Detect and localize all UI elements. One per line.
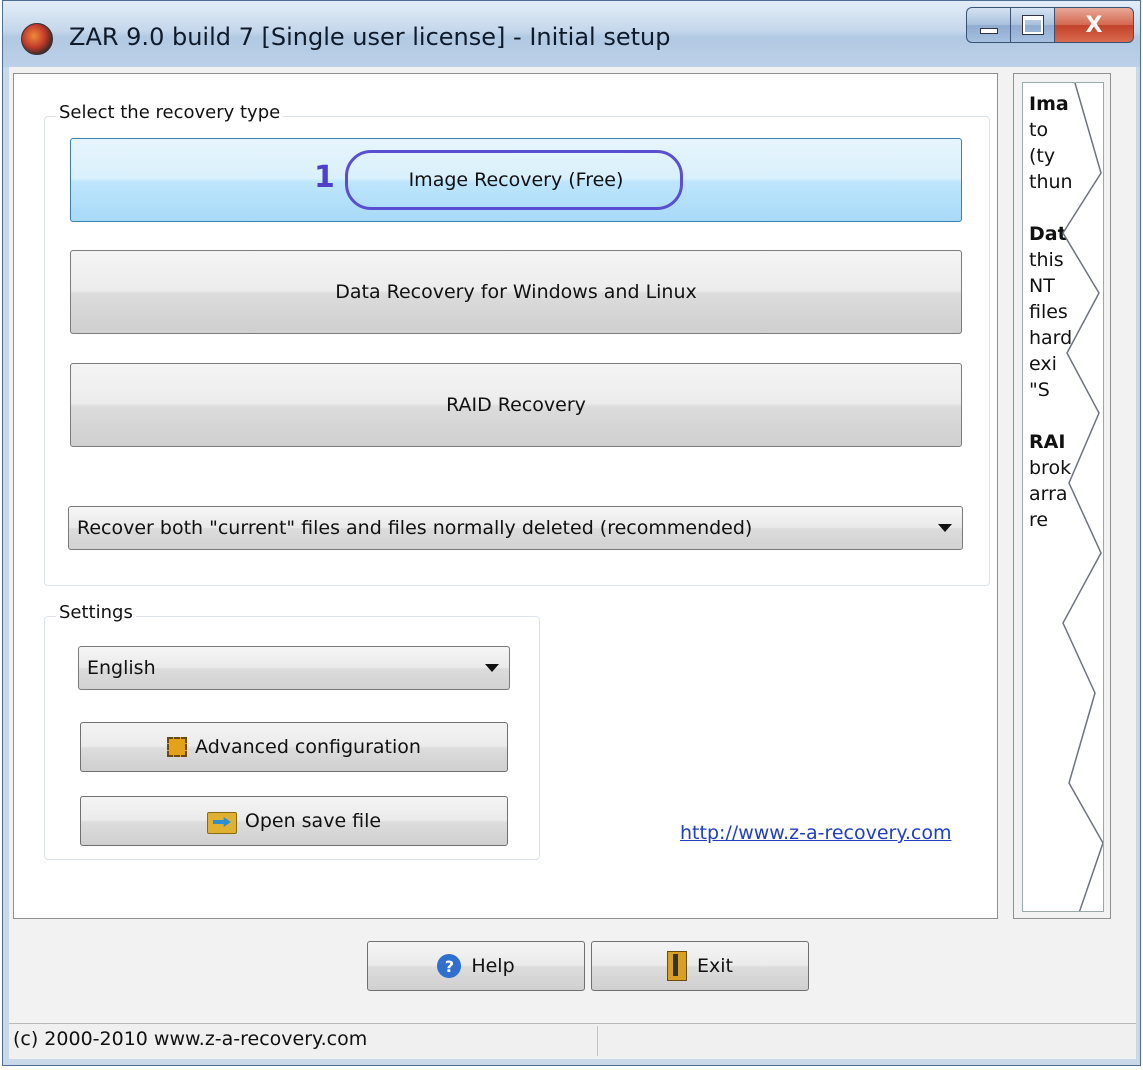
main-panel: Select the recovery type Image Recovery … [13,73,998,919]
highlight-ring [345,150,683,210]
data-recovery-button[interactable]: Data Recovery for Windows and Linux [70,250,962,334]
recovery-mode-select[interactable]: Recover both "current" files and files n… [68,506,963,550]
zar-app-icon[interactable] [21,23,53,55]
close-button[interactable]: X [1054,7,1134,43]
help-label: Help [471,955,515,977]
window-title: ZAR 9.0 build 7 [Single user license] - … [69,23,671,51]
advanced-configuration-button[interactable]: Advanced configuration [80,722,508,772]
description-panel: Ima to (ty thun Data this NT files hard … [1013,73,1111,919]
app-window: ZAR 9.0 build 7 [Single user license] - … [2,0,1141,1066]
minimize-icon [979,28,998,34]
open-save-file-label: Open save file [244,810,382,832]
raid-recovery-label: RAID Recovery [446,394,586,416]
advanced-configuration-label: Advanced configuration [195,736,421,758]
recovery-mode-value: Recover both "current" files and files n… [77,517,753,539]
exit-button[interactable]: Exit [591,941,809,991]
maximize-button[interactable] [1010,7,1054,43]
description-scroll-area[interactable]: Ima to (ty thun Data this NT files hard … [1022,82,1104,912]
language-value: English [87,657,156,679]
status-bar: (c) 2000-2010 www.z-a-recovery.com [9,1023,1136,1058]
help-question-icon: ? [437,954,462,978]
status-text: (c) 2000-2010 www.z-a-recovery.com [13,1028,368,1050]
close-icon: X [1085,12,1103,38]
chevron-down-icon [938,524,952,532]
exit-label: Exit [697,955,733,977]
website-link[interactable]: http://www.z-a-recovery.com [680,822,952,844]
minimize-button[interactable] [966,7,1010,43]
torn-edge-divider [1062,83,1103,911]
language-select[interactable]: English [78,646,510,690]
recovery-type-label: Select the recovery type [56,102,284,123]
folder-arrow-icon [206,809,237,834]
help-button[interactable]: ? Help [367,941,585,991]
step-number: 1 [314,160,335,195]
caption-buttons: X [966,7,1134,43]
title-bar[interactable]: ZAR 9.0 build 7 [Single user license] - … [3,1,1140,67]
data-recovery-label: Data Recovery for Windows and Linux [335,281,697,303]
status-separator [597,1026,598,1056]
exit-door-icon [667,951,687,981]
client-area: Select the recovery type Image Recovery … [9,67,1136,1059]
open-save-file-button[interactable]: Open save file [80,796,508,846]
chip-icon [167,737,188,757]
chevron-down-icon [485,664,499,672]
raid-recovery-button[interactable]: RAID Recovery [70,363,962,447]
settings-label: Settings [56,602,136,623]
maximize-icon [1022,16,1043,34]
